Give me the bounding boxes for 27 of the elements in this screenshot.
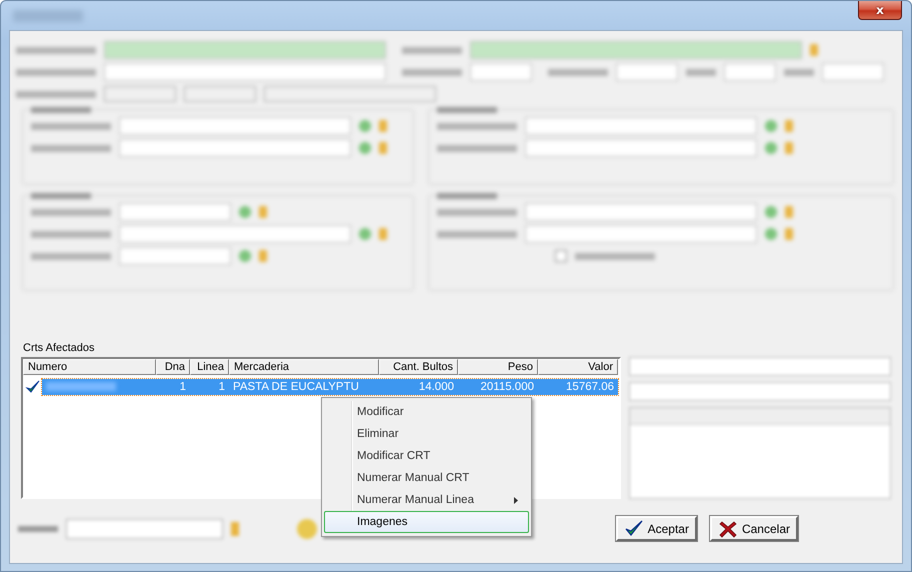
column-header[interactable]: Numero	[23, 359, 156, 375]
menu-item[interactable]: Modificar	[324, 401, 529, 423]
grid-title: Crts Afectados	[23, 342, 95, 355]
column-header[interactable]: Linea	[190, 359, 229, 375]
blurred-number	[46, 382, 116, 392]
menu-item[interactable]: Eliminar	[324, 423, 529, 445]
table-cell-text: 20115.000	[479, 380, 535, 395]
table-cell-text: 1	[178, 380, 187, 395]
dialog-button[interactable]: Aceptar	[616, 516, 697, 541]
table-cell-text: 14.000	[418, 380, 455, 395]
dialog-button[interactable]: Cancelar	[710, 516, 798, 541]
check-icon	[624, 520, 643, 538]
column-header[interactable]: Cant. Bultos	[379, 359, 458, 375]
column-header[interactable]: Dna	[156, 359, 190, 375]
table-cell-text: 1	[218, 380, 226, 395]
column-header[interactable]: Peso	[458, 359, 538, 375]
menu-item[interactable]: Numerar Manual Linea	[324, 489, 529, 511]
window-title-blurred	[13, 10, 83, 22]
table-cell-text: PASTA DE EUCALYPTU	[232, 380, 360, 395]
table-cell-text: 15767.06	[565, 380, 615, 395]
menu-item[interactable]: Modificar CRT	[324, 445, 529, 467]
menu-item[interactable]: Numerar Manual CRT	[324, 467, 529, 489]
column-header[interactable]: Mercaderia	[229, 359, 379, 375]
close-button[interactable]: x	[858, 1, 902, 20]
menu-item[interactable]: Imagenes	[324, 511, 529, 533]
column-header[interactable]: Valor	[538, 359, 618, 375]
cross-icon	[718, 520, 737, 538]
